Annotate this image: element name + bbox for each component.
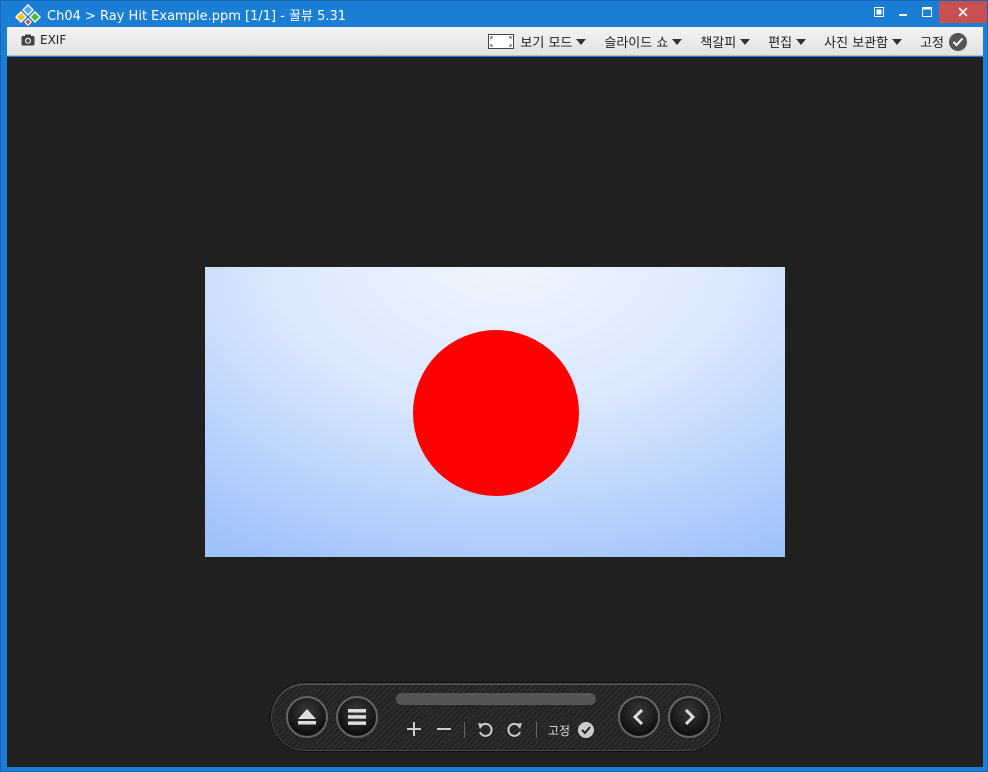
chevron-left-icon — [632, 708, 644, 726]
previous-image-button[interactable] — [618, 696, 660, 738]
caret-down-icon — [576, 38, 587, 45]
menu-edit[interactable]: 편집 — [768, 32, 807, 51]
fullscreen-icon — [874, 7, 884, 17]
menu-bar: EXIF 보기 모드 슬라이드 쇼 책갈피 편집 사진 보관함 고정 — [7, 27, 983, 56]
zoom-out-button[interactable] — [434, 717, 454, 741]
chevron-right-icon — [684, 708, 696, 726]
check-circle-icon — [949, 32, 967, 51]
slideshow-progress-track[interactable] — [396, 693, 596, 705]
zoom-in-button[interactable] — [404, 717, 424, 741]
window-title: Ch04 > Ray Hit Example.ppm [1/1] - 꿀뷰 5.… — [47, 9, 347, 24]
rotate-left-icon — [478, 722, 493, 737]
list-icon — [348, 709, 366, 725]
caret-down-icon — [672, 38, 683, 45]
caret-down-icon — [796, 38, 807, 45]
minus-icon — [437, 728, 451, 730]
fit-screen-icon — [488, 34, 515, 49]
close-icon — [958, 7, 968, 17]
check-circle-icon[interactable] — [578, 722, 594, 738]
camera-icon — [21, 34, 35, 46]
menu-right-group: 보기 모드 슬라이드 쇼 책갈피 편집 사진 보관함 고정 — [488, 32, 967, 51]
minimize-icon — [899, 14, 907, 16]
menu-photo-box[interactable]: 사진 보관함 — [824, 32, 903, 51]
menu-slideshow-label: 슬라이드 쇼 — [604, 36, 669, 51]
maximize-icon — [922, 7, 932, 17]
rotate-left-button[interactable] — [474, 717, 496, 741]
rotate-right-icon — [507, 722, 522, 737]
menu-edit-label: 편집 — [768, 36, 793, 51]
displayed-image[interactable] — [205, 267, 785, 557]
menu-pin-label: 고정 — [920, 36, 944, 51]
menu-view-mode-label: 보기 모드 — [520, 36, 573, 51]
window-controls — [867, 1, 987, 23]
menu-slideshow[interactable]: 슬라이드 쇼 — [604, 32, 683, 51]
pin-label[interactable]: 고정 — [548, 722, 570, 739]
image-viewer[interactable]: 고정 — [7, 57, 983, 767]
app-logo-icon[interactable] — [13, 3, 43, 27]
separator — [464, 722, 465, 738]
exif-button[interactable]: EXIF — [21, 33, 66, 47]
red-sphere — [413, 330, 579, 496]
menu-bookmark-label: 책갈피 — [700, 36, 737, 51]
caret-down-icon — [892, 38, 903, 45]
eject-button[interactable] — [286, 696, 328, 738]
close-button[interactable] — [939, 1, 987, 23]
maximize-button[interactable] — [915, 1, 939, 23]
menu-photo-box-label: 사진 보관함 — [824, 36, 889, 51]
menu-pin[interactable]: 고정 — [920, 32, 967, 51]
rotate-right-button[interactable] — [504, 717, 526, 741]
plus-icon — [407, 722, 421, 736]
next-image-button[interactable] — [668, 696, 710, 738]
app-window: Ch04 > Ray Hit Example.ppm [1/1] - 꿀뷰 5.… — [0, 0, 988, 772]
eject-icon — [298, 709, 316, 725]
minimize-button[interactable] — [891, 1, 915, 23]
separator — [536, 722, 537, 738]
menu-view-mode[interactable]: 보기 모드 — [488, 32, 587, 51]
menu-bookmark[interactable]: 책갈피 — [700, 32, 751, 51]
title-bar[interactable]: Ch04 > Ray Hit Example.ppm [1/1] - 꿀뷰 5.… — [1, 1, 987, 27]
list-button[interactable] — [336, 696, 378, 738]
caret-down-icon — [740, 38, 751, 45]
fullscreen-button[interactable] — [867, 1, 891, 23]
exif-label: EXIF — [40, 33, 67, 47]
viewer-control-panel: 고정 — [271, 683, 721, 751]
